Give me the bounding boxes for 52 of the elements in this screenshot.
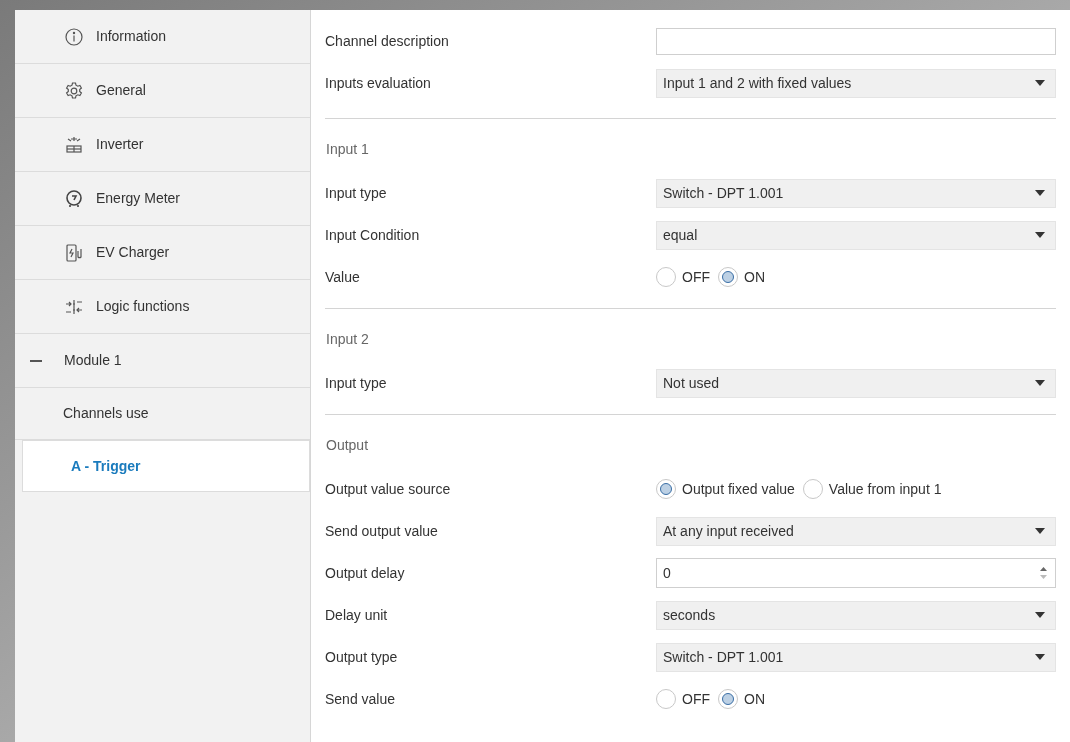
- dropdown-caret-icon: [1035, 654, 1045, 660]
- radio-option[interactable]: Output fixed value: [656, 478, 795, 500]
- field-label: Send output value: [325, 521, 439, 541]
- charger-icon: [64, 242, 84, 263]
- section-title: Input 1: [325, 140, 370, 159]
- sidebar-item[interactable]: Energy Meter: [15, 172, 310, 226]
- field-label: Output value source: [325, 479, 452, 499]
- collapse-icon[interactable]: [30, 359, 42, 362]
- field-label: Value: [325, 267, 361, 287]
- field-label: Delay unit: [325, 605, 389, 625]
- sidebar-item[interactable]: Logic functions: [15, 280, 310, 334]
- dropdown[interactable]: seconds: [656, 600, 1056, 630]
- dropdown[interactable]: equal: [656, 220, 1056, 250]
- radio-option[interactable]: ON: [718, 688, 765, 710]
- field-label: Output delay: [325, 563, 406, 583]
- section-title: Input 2: [325, 330, 370, 349]
- field-label: Output type: [325, 647, 399, 667]
- dropdown-caret-icon: [1035, 80, 1045, 86]
- dropdown-caret-icon: [1035, 380, 1045, 386]
- number-input-field[interactable]: 0: [656, 558, 1056, 588]
- settings-icon: [64, 80, 84, 101]
- dropdown[interactable]: At any input received: [656, 516, 1056, 546]
- sidebar-item[interactable]: Information: [15, 10, 310, 64]
- sidebar-subitem[interactable]: A - Trigger: [22, 440, 310, 492]
- radio-option[interactable]: ON: [718, 266, 765, 288]
- field-label: Channel description: [325, 31, 450, 51]
- dropdown-caret-icon: [1035, 190, 1045, 196]
- dropdown-caret-icon: [1035, 528, 1045, 534]
- field-label: Input Condition: [325, 225, 421, 245]
- sidebar-group[interactable]: Module 1: [15, 334, 310, 388]
- section-title: Output: [325, 436, 370, 455]
- dropdown-caret-icon: [1035, 612, 1045, 618]
- spinner-arrows-icon[interactable]: [1040, 566, 1047, 580]
- meter-icon: [64, 188, 84, 209]
- text-input-field[interactable]: [656, 27, 1056, 55]
- dropdown-caret-icon: [1035, 232, 1045, 238]
- radio-option[interactable]: Value from input 1: [802, 478, 942, 500]
- sidebar-item[interactable]: Inverter: [15, 118, 310, 172]
- radio-option[interactable]: OFF: [656, 688, 710, 710]
- dropdown[interactable]: Switch - DPT 1.001: [656, 178, 1056, 208]
- dropdown[interactable]: Switch - DPT 1.001: [656, 642, 1056, 672]
- dropdown[interactable]: Input 1 and 2 with fixed values: [656, 68, 1056, 98]
- field-label: Input type: [325, 183, 388, 203]
- solar-panel-icon: [64, 134, 84, 155]
- dropdown[interactable]: Not used: [656, 368, 1056, 398]
- sidebar-item[interactable]: EV Charger: [15, 226, 310, 280]
- sidebar-item[interactable]: General: [15, 64, 310, 118]
- field-label: Inputs evaluation: [325, 73, 432, 93]
- field-label: Send value: [325, 689, 397, 709]
- radio-option[interactable]: OFF: [656, 266, 710, 288]
- info-icon: [64, 26, 84, 47]
- field-label: Input type: [325, 373, 388, 393]
